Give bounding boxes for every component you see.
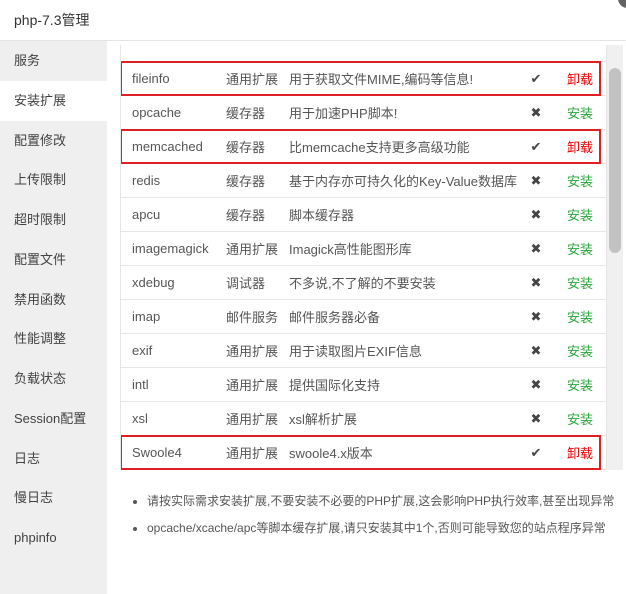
extension-type: 通用扩展	[226, 242, 279, 257]
extension-desc: 用于读取图片EXIF信息	[289, 344, 422, 359]
sidebar-item-timeout-limit[interactable]: 超时限制	[0, 200, 107, 240]
not-installed-cross-icon: ✖	[530, 172, 542, 188]
table-row-xdebug: xdebug 调试器 不多说,不了解的不要安装 ✖ 安装	[121, 266, 606, 300]
sidebar-item-install-extensions[interactable]: 安装扩展	[0, 80, 107, 121]
sidebar-item-config-file[interactable]: 配置文件	[0, 240, 107, 280]
exif-install-link[interactable]: 安装	[554, 341, 606, 360]
extension-type: 缓存器	[226, 208, 266, 223]
sidebar-item-log[interactable]: 日志	[0, 439, 107, 479]
extension-name: Swoole4	[132, 445, 182, 460]
table-row-memcached: memcached 缓存器 比memcache支持更多高级功能 ✔ 卸载	[121, 129, 606, 164]
not-installed-cross-icon: ✖	[530, 104, 542, 120]
extension-type: 缓存器	[226, 140, 266, 155]
extension-name: opcache	[132, 105, 182, 120]
extension-name: xsl	[132, 411, 148, 426]
extension-type: 缓存器	[226, 106, 266, 121]
extension-desc: 邮件服务器必备	[289, 310, 381, 325]
extension-type: 通用扩展	[226, 344, 279, 359]
extension-name: imagemagick	[132, 241, 209, 256]
sidebar-item-disabled-functions[interactable]: 禁用函数	[0, 280, 107, 320]
redis-install-link[interactable]: 安装	[554, 171, 606, 190]
not-installed-cross-icon: ✖	[530, 342, 542, 358]
not-installed-cross-icon: ✖	[530, 240, 542, 256]
extension-desc: 用于加速PHP脚本!	[289, 106, 398, 121]
extension-type: 通用扩展	[226, 72, 279, 87]
extension-type: 调试器	[226, 276, 266, 291]
table-row-apcu: apcu 缓存器 脚本缓存器 ✖ 安装	[121, 198, 606, 232]
table-row-imagemagick: imagemagick 通用扩展 Imagick高性能图形库 ✖ 安装	[121, 232, 606, 266]
not-installed-cross-icon: ✖	[530, 274, 542, 290]
xsl-install-link[interactable]: 安装	[554, 409, 606, 428]
notes-list: 请按实际需求安装扩展,不要安装不必要的PHP扩展,这会影响PHP执行效率,甚至出…	[133, 488, 623, 542]
extension-name: redis	[132, 173, 161, 188]
table-row-redis: redis 缓存器 基于内存亦可持久化的Key-Value数据库 ✖ 安装	[121, 164, 606, 198]
extension-desc: 比memcache支持更多高级功能	[289, 140, 470, 155]
close-icon[interactable]	[618, 0, 626, 8]
table-row-exif: exif 通用扩展 用于读取图片EXIF信息 ✖ 安装	[121, 334, 606, 368]
extension-desc: swoole4.x版本	[289, 446, 373, 461]
installed-check-icon: ✔	[530, 70, 542, 86]
not-installed-cross-icon: ✖	[530, 308, 542, 324]
table-row-opcache: opcache 缓存器 用于加速PHP脚本! ✖ 安装	[121, 96, 606, 130]
not-installed-cross-icon: ✖	[530, 376, 542, 392]
note-item: 请按实际需求安装扩展,不要安装不必要的PHP扩展,这会影响PHP执行效率,甚至出…	[147, 488, 623, 515]
sidebar: 服务 安装扩展 配置修改 上传限制 超时限制 配置文件 禁用函数 性能调整 负载…	[0, 41, 107, 594]
extension-desc: 提供国际化支持	[289, 378, 381, 393]
sidebar-item-service[interactable]: 服务	[0, 41, 107, 81]
sidebar-item-phpinfo[interactable]: phpinfo	[0, 518, 107, 558]
sidebar-item-upload-limit[interactable]: 上传限制	[0, 160, 107, 200]
sidebar-item-session-config[interactable]: Session配置	[0, 399, 107, 439]
extension-type: 通用扩展	[226, 412, 279, 427]
extension-desc: 脚本缓存器	[289, 208, 355, 223]
sidebar-item-performance[interactable]: 性能调整	[0, 319, 107, 359]
extension-name: fileinfo	[132, 71, 170, 86]
table-row-fileinfo: fileinfo 通用扩展 用于获取文件MIME,编码等信息! ✔ 卸载	[121, 61, 606, 96]
extension-type: 通用扩展	[226, 446, 279, 461]
extension-desc: 不多说,不了解的不要安装	[289, 276, 436, 291]
table-row-clipped	[121, 45, 606, 62]
intl-install-link[interactable]: 安装	[554, 375, 606, 394]
table-row-xsl: xsl 通用扩展 xsl解析扩展 ✖ 安装	[121, 402, 606, 436]
note-item: opcache/xcache/apc等脚本缓存扩展,请只安装其中1个,否则可能导…	[147, 515, 623, 542]
extension-desc: 基于内存亦可持久化的Key-Value数据库	[289, 174, 518, 189]
extension-desc: 用于获取文件MIME,编码等信息!	[289, 72, 474, 87]
extension-name: exif	[132, 343, 153, 358]
dialog-title: php-7.3管理	[14, 12, 90, 28]
extension-desc: xsl解析扩展	[289, 412, 357, 427]
installed-check-icon: ✔	[530, 138, 542, 154]
extension-name: apcu	[132, 207, 161, 222]
extension-type: 通用扩展	[226, 378, 279, 393]
memcached-uninstall-link[interactable]: 卸载	[554, 137, 606, 156]
extension-desc: Imagick高性能图形库	[289, 242, 412, 257]
extension-name: memcached	[132, 139, 203, 154]
not-installed-cross-icon: ✖	[530, 410, 542, 426]
table-row-imap: imap 邮件服务 邮件服务器必备 ✖ 安装	[121, 300, 606, 334]
sidebar-item-config-edit[interactable]: 配置修改	[0, 121, 107, 161]
opcache-install-link[interactable]: 安装	[554, 103, 606, 122]
table-row-intl: intl 通用扩展 提供国际化支持 ✖ 安装	[121, 368, 606, 402]
extension-type: 缓存器	[226, 174, 266, 189]
extension-name: intl	[132, 377, 149, 392]
scrollbar-track[interactable]	[607, 45, 623, 470]
extension-name: xdebug	[132, 275, 175, 290]
extension-table: fileinfo 通用扩展 用于获取文件MIME,编码等信息! ✔ 卸载 opc…	[120, 45, 607, 470]
sidebar-item-load-status[interactable]: 负载状态	[0, 359, 107, 399]
php-manage-dialog: php-7.3管理 服务 安装扩展 配置修改 上传限制 超时限制 配置文件 禁用…	[0, 0, 626, 594]
scrollbar-thumb[interactable]	[609, 68, 621, 253]
imap-install-link[interactable]: 安装	[554, 307, 606, 326]
fileinfo-uninstall-link[interactable]: 卸载	[554, 69, 606, 88]
swoole4-uninstall-link[interactable]: 卸载	[554, 443, 606, 462]
extension-name: imap	[132, 309, 161, 324]
imagemagick-install-link[interactable]: 安装	[554, 239, 606, 258]
sidebar-item-slow-log[interactable]: 慢日志	[0, 478, 107, 518]
dialog-header: php-7.3管理	[0, 0, 626, 41]
xdebug-install-link[interactable]: 安装	[554, 273, 606, 292]
installed-check-icon: ✔	[530, 444, 542, 460]
table-row-swoole4: Swoole4 通用扩展 swoole4.x版本 ✔ 卸载	[121, 435, 606, 470]
extension-type: 邮件服务	[226, 310, 279, 325]
not-installed-cross-icon: ✖	[530, 206, 542, 222]
apcu-install-link[interactable]: 安装	[554, 205, 606, 224]
